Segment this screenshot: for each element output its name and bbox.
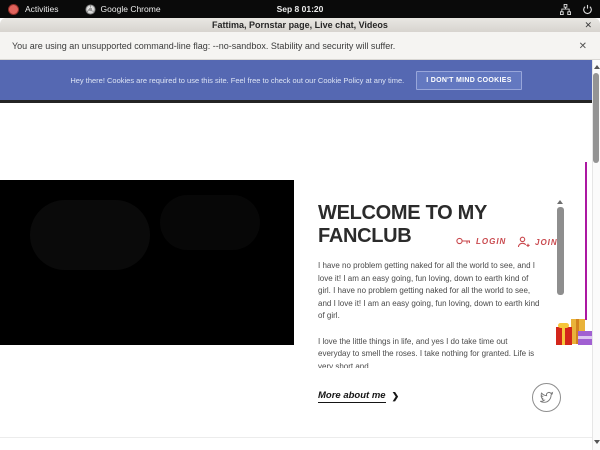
app-menu[interactable]: Google Chrome — [85, 4, 161, 15]
power-icon[interactable] — [582, 4, 593, 15]
about-section: WELCOME TO MY FANCLUB I have no problem … — [318, 202, 540, 368]
gift-icon — [578, 331, 592, 345]
page-bottom-divider — [0, 437, 592, 438]
chrome-infobar: You are using an unsupported command-lin… — [0, 32, 600, 60]
cookie-banner: Hey there! Cookies are required to use t… — [0, 60, 592, 100]
scrollbar-up-icon[interactable] — [594, 65, 600, 69]
network-tree-icon[interactable] — [560, 4, 571, 15]
about-scroll-up-icon[interactable] — [557, 200, 563, 204]
twitter-icon — [539, 390, 554, 405]
about-heading: WELCOME TO MY FANCLUB — [318, 202, 503, 248]
browser-scrollbar-thumb[interactable] — [593, 73, 599, 163]
about-paragraph: I love the little things in life, and ye… — [318, 336, 540, 369]
window-title: Fattima, Pornstar page, Live chat, Video… — [212, 20, 388, 30]
cookie-message: Hey there! Cookies are required to use t… — [70, 76, 404, 85]
app-menu-label: Google Chrome — [101, 4, 161, 14]
gifts-widget[interactable] — [556, 318, 593, 347]
gift-ribbon-string — [585, 162, 587, 320]
twitter-button[interactable] — [532, 383, 561, 412]
media-placeholder[interactable] — [0, 180, 294, 345]
more-about-me-link[interactable]: More about me ❯ — [318, 390, 399, 403]
infobar-message: You are using an unsupported command-lin… — [12, 41, 395, 51]
site-header: LOGO LOGIN JOIN — [0, 103, 592, 180]
infobar-close-button[interactable]: ✕ — [579, 32, 587, 60]
accept-cookies-button[interactable]: I DON'T MIND COOKIES — [416, 71, 521, 90]
gift-icon — [556, 327, 572, 345]
window-title-bar: Fattima, Pornstar page, Live chat, Video… — [0, 18, 600, 33]
recording-indicator-icon — [8, 4, 19, 15]
more-about-me-label: More about me — [318, 390, 386, 403]
about-paragraph: I have no problem getting naked for all … — [318, 260, 540, 323]
desktop-top-bar: Activities Google Chrome Sep 8 01:20 — [0, 0, 600, 18]
activities-button[interactable]: Activities — [25, 4, 59, 14]
chevron-right-icon: ❯ — [392, 391, 400, 402]
about-scrollbar-thumb[interactable] — [557, 207, 564, 295]
window-close-button[interactable]: ✕ — [584, 18, 592, 32]
scrollbar-down-icon[interactable] — [594, 440, 600, 444]
chrome-icon — [85, 4, 96, 15]
